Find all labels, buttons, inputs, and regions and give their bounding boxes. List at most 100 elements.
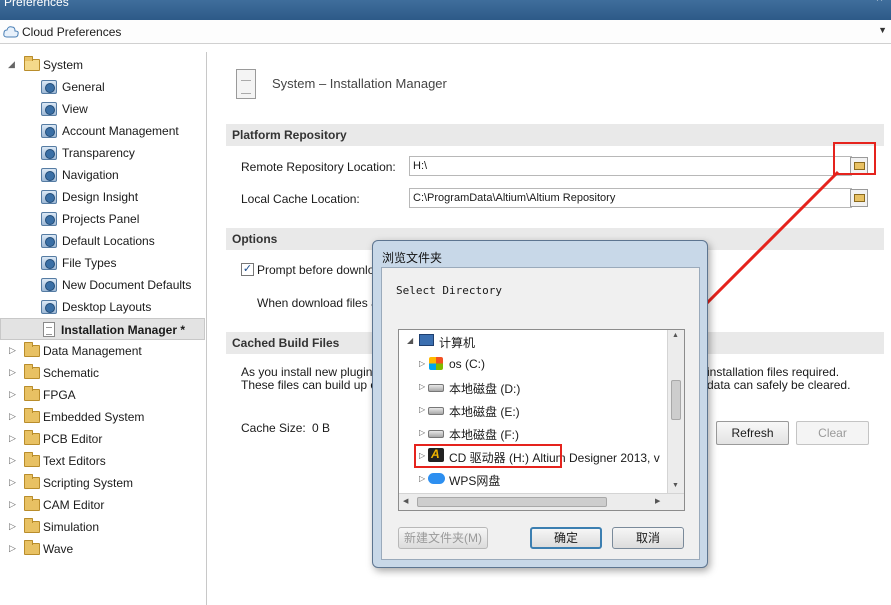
expanded-arrow-icon[interactable]: ◢ — [8, 59, 15, 70]
folder-icon — [24, 364, 40, 379]
tree-item-transparency[interactable]: Transparency — [0, 142, 205, 164]
scrollbar-thumb[interactable] — [671, 380, 681, 420]
scroll-right-icon[interactable]: ▶ — [655, 497, 660, 505]
folder-item-c-drive[interactable]: ▷ os (C:) — [399, 353, 669, 375]
tree-item-embedded-system[interactable]: ▷ Embedded System — [0, 406, 205, 428]
settings-page-icon — [41, 124, 57, 138]
ok-button[interactable]: 确定 — [530, 527, 602, 549]
tree-item-new-document-defaults[interactable]: New Document Defaults — [0, 274, 205, 296]
cache-size-value: 0 B — [312, 421, 331, 435]
expanded-arrow-icon[interactable]: ◢ — [407, 336, 413, 345]
tree-item-file-types[interactable]: File Types — [0, 252, 205, 274]
scroll-down-icon[interactable]: ▼ — [672, 482, 679, 489]
scroll-up-icon[interactable]: ▲ — [672, 332, 679, 339]
document-icon — [236, 69, 256, 99]
tree-item-general[interactable]: General — [0, 76, 205, 98]
prompt-before-download-checkbox[interactable]: ✓ — [241, 263, 254, 276]
collapsed-arrow-icon[interactable]: ▷ — [419, 382, 425, 391]
tree-item-navigation[interactable]: Navigation — [0, 164, 205, 186]
tree-item-schematic[interactable]: ▷ Schematic — [0, 362, 205, 384]
cancel-button[interactable]: 取消 — [612, 527, 684, 549]
computer-icon — [419, 334, 434, 346]
tree-item-pcb-editor[interactable]: ▷ PCB Editor — [0, 428, 205, 450]
tree-item-label: New Document Defaults — [62, 278, 192, 292]
folder-item-label: os (C:) — [449, 357, 485, 371]
folder-item-computer[interactable]: ◢ 计算机 — [399, 330, 669, 352]
folder-item-label: 本地磁盘 (D:) — [449, 382, 521, 396]
collapsed-arrow-icon[interactable]: ▷ — [9, 433, 16, 444]
local-cache-label: Local Cache Location: — [241, 192, 360, 206]
folder-tree[interactable]: ◢ 计算机 ▷ os (C:) ▷ 本地磁盘 (D:) ▷ 本地磁盘 (E:) … — [398, 329, 685, 511]
collapsed-arrow-icon[interactable]: ▷ — [9, 543, 16, 554]
tree-item-label: View — [62, 102, 88, 116]
folder-icon — [24, 540, 40, 555]
collapsed-arrow-icon[interactable]: ▷ — [419, 405, 425, 414]
tree-item-cam-editor[interactable]: ▷ CAM Editor — [0, 494, 205, 516]
collapsed-arrow-icon[interactable]: ▷ — [9, 411, 16, 422]
collapsed-arrow-icon[interactable]: ▷ — [9, 499, 16, 510]
collapsed-arrow-icon[interactable]: ▷ — [9, 367, 16, 378]
collapsed-arrow-icon[interactable]: ▷ — [9, 345, 16, 356]
browse-local-button[interactable] — [850, 189, 868, 207]
cloud-preferences-bar[interactable]: Cloud Preferences ▼ — [0, 20, 891, 44]
folder-item-label: WPS网盘 — [449, 474, 501, 488]
tree-item-label: Scripting System — [43, 476, 134, 490]
clear-button[interactable]: Clear — [796, 421, 869, 445]
tree-item-label: Transparency — [62, 146, 135, 160]
tree-item-installation-manager[interactable]: Installation Manager * — [0, 318, 205, 340]
browse-folder-dialog: 浏览文件夹 Select Directory ◢ 计算机 ▷ os (C:) ▷… — [372, 240, 708, 568]
folder-icon — [24, 518, 40, 533]
tree-item-label: Wave — [43, 542, 74, 556]
folder-open-icon — [24, 56, 40, 71]
tree-item-scripting-system[interactable]: ▷ Scripting System — [0, 472, 205, 494]
tree-item-wave[interactable]: ▷ Wave — [0, 538, 205, 560]
tree-item-design-insight[interactable]: Design Insight — [0, 186, 205, 208]
tree-item-label: Data Management — [43, 344, 142, 358]
scroll-left-icon[interactable]: ◀ — [403, 497, 408, 505]
remote-repository-field[interactable]: H:\ — [409, 156, 852, 176]
local-cache-field[interactable]: C:\ProgramData\Altium\Altium Repository — [409, 188, 852, 208]
tree-item-text-editors[interactable]: ▷ Text Editors — [0, 450, 205, 472]
tree-item-account-management[interactable]: Account Management — [0, 120, 205, 142]
tree-item-label: Embedded System — [43, 410, 145, 424]
collapsed-arrow-icon[interactable]: ▷ — [419, 428, 425, 437]
collapsed-arrow-icon[interactable]: ▷ — [9, 389, 16, 400]
folder-item-e-drive[interactable]: ▷ 本地磁盘 (E:) — [399, 399, 669, 421]
preferences-tree: ◢ System General View Account Management… — [0, 52, 207, 605]
dialog-title: 浏览文件夹 — [382, 251, 443, 265]
tree-item-data-management[interactable]: ▷ Data Management — [0, 340, 205, 362]
dialog-body: Select Directory ◢ 计算机 ▷ os (C:) ▷ 本地磁盘 … — [381, 267, 700, 560]
tree-item-desktop-layouts[interactable]: Desktop Layouts — [0, 296, 205, 318]
window-titlebar: Preferences × — [0, 0, 891, 20]
tree-item-label: Projects Panel — [62, 212, 140, 226]
settings-page-icon — [41, 234, 57, 248]
cached-description-line2-end: data can safely be cleared. — [707, 378, 851, 392]
collapsed-arrow-icon[interactable]: ▷ — [9, 521, 16, 532]
collapsed-arrow-icon[interactable]: ▷ — [419, 359, 425, 368]
scrollbar-thumb[interactable] — [417, 497, 607, 507]
chevron-down-icon[interactable]: ▼ — [878, 25, 887, 35]
folder-item-d-drive[interactable]: ▷ 本地磁盘 (D:) — [399, 376, 669, 398]
tree-item-system[interactable]: ◢ System — [0, 54, 205, 76]
collapsed-arrow-icon[interactable]: ▷ — [9, 477, 16, 488]
folder-item-wps[interactable]: ▷ WPS网盘 — [399, 468, 669, 490]
tree-item-label: Desktop Layouts — [62, 300, 152, 314]
collapsed-arrow-icon[interactable]: ▷ — [419, 474, 425, 483]
platform-repository-header: Platform Repository — [226, 124, 884, 146]
window-title: Preferences — [4, 0, 69, 9]
tree-item-simulation[interactable]: ▷ Simulation — [0, 516, 205, 538]
tree-item-default-locations[interactable]: Default Locations — [0, 230, 205, 252]
vertical-scrollbar[interactable]: ▲ ▼ — [667, 330, 684, 494]
tree-item-view[interactable]: View — [0, 98, 205, 120]
refresh-button[interactable]: Refresh — [716, 421, 789, 445]
folder-item-f-drive[interactable]: ▷ 本地磁盘 (F:) — [399, 422, 669, 444]
tree-item-label: Simulation — [43, 520, 100, 534]
tree-item-fpga[interactable]: ▷ FPGA — [0, 384, 205, 406]
tree-item-projects-panel[interactable]: Projects Panel — [0, 208, 205, 230]
new-folder-button[interactable]: 新建文件夹(M) — [398, 527, 488, 549]
tree-item-label: Account Management — [62, 124, 179, 138]
settings-page-icon — [41, 146, 57, 160]
wps-cloud-icon — [428, 473, 445, 484]
horizontal-scrollbar[interactable]: ◀ ▶ — [399, 493, 684, 510]
collapsed-arrow-icon[interactable]: ▷ — [9, 455, 16, 466]
